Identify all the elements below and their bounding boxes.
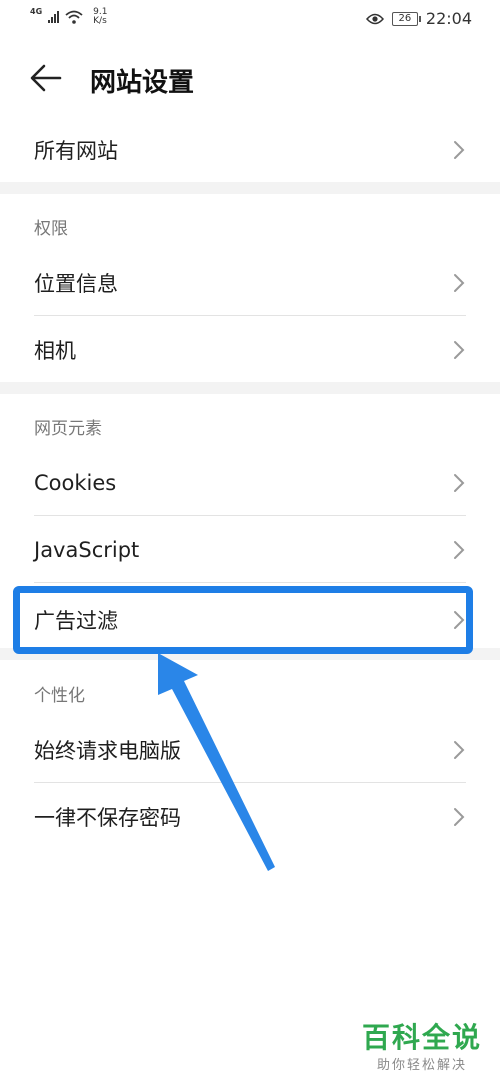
page-elements-section-label: 网页元素 [34,419,102,439]
watermark-sub: 助你轻松解决 [376,1058,467,1073]
battery-icon: 26 [391,11,421,26]
back-button[interactable] [28,60,68,96]
chevron-right-icon [454,341,465,359]
section-gap [0,182,500,194]
clock: 22:04 [425,9,472,28]
divider [34,582,466,583]
chevron-right-icon [454,474,465,492]
status-left: 4G 9.1 K/s [30,6,107,26]
all-sites-label: 所有网站 [34,139,118,163]
section-gap [0,382,500,394]
divider [34,515,466,516]
chevron-right-icon [454,141,465,159]
screen: 4G 9.1 K/s 26 22:04 网站设置 所有网站 权限 位置信息 相机… [0,0,500,1084]
network-type: 4G [30,6,43,16]
signal-icon [48,11,60,23]
watermark-logo: 百科全说 助你轻松解决 [361,1021,482,1074]
location-label: 位置信息 [34,272,118,296]
chevron-right-icon [454,741,465,759]
watermark-main: 百科全说 [361,1021,482,1054]
status-right: 26 22:04 [365,9,472,28]
chevron-right-icon [454,808,465,826]
ad-filter-label: 广告过滤 [34,609,118,633]
app-header: 网站设置 [0,48,500,108]
divider [34,315,466,316]
chevron-right-icon [454,274,465,292]
arrow-left-icon [30,64,62,92]
speed-unit: K/s [93,16,107,26]
location-item[interactable]: 位置信息 [34,250,466,316]
page-title: 网站设置 [90,68,195,98]
permissions-section-label: 权限 [34,219,68,239]
divider [34,782,466,783]
never-save-password-label: 一律不保存密码 [34,806,181,830]
eye-icon [365,13,384,24]
section-gap [0,648,500,660]
battery-level: 26 [398,12,412,24]
ad-filter-item[interactable]: 广告过滤 [34,587,466,653]
wifi-icon [65,10,83,24]
status-bar: 4G 9.1 K/s 26 22:04 [0,0,500,40]
desktop-version-label: 始终请求电脑版 [34,739,181,763]
chevron-right-icon [454,541,465,559]
camera-item[interactable]: 相机 [34,317,466,383]
cookies-item[interactable]: Cookies [34,450,466,516]
never-save-password-item[interactable]: 一律不保存密码 [34,784,466,850]
javascript-item[interactable]: JavaScript [34,517,466,583]
personalization-section-label: 个性化 [34,686,85,706]
chevron-right-icon [454,611,465,629]
javascript-label: JavaScript [34,538,140,562]
network-speed: 9.1 K/s [93,8,107,26]
cookies-label: Cookies [34,471,117,495]
desktop-version-item[interactable]: 始终请求电脑版 [34,717,466,783]
all-sites-item[interactable]: 所有网站 [34,117,466,183]
camera-label: 相机 [34,339,76,363]
